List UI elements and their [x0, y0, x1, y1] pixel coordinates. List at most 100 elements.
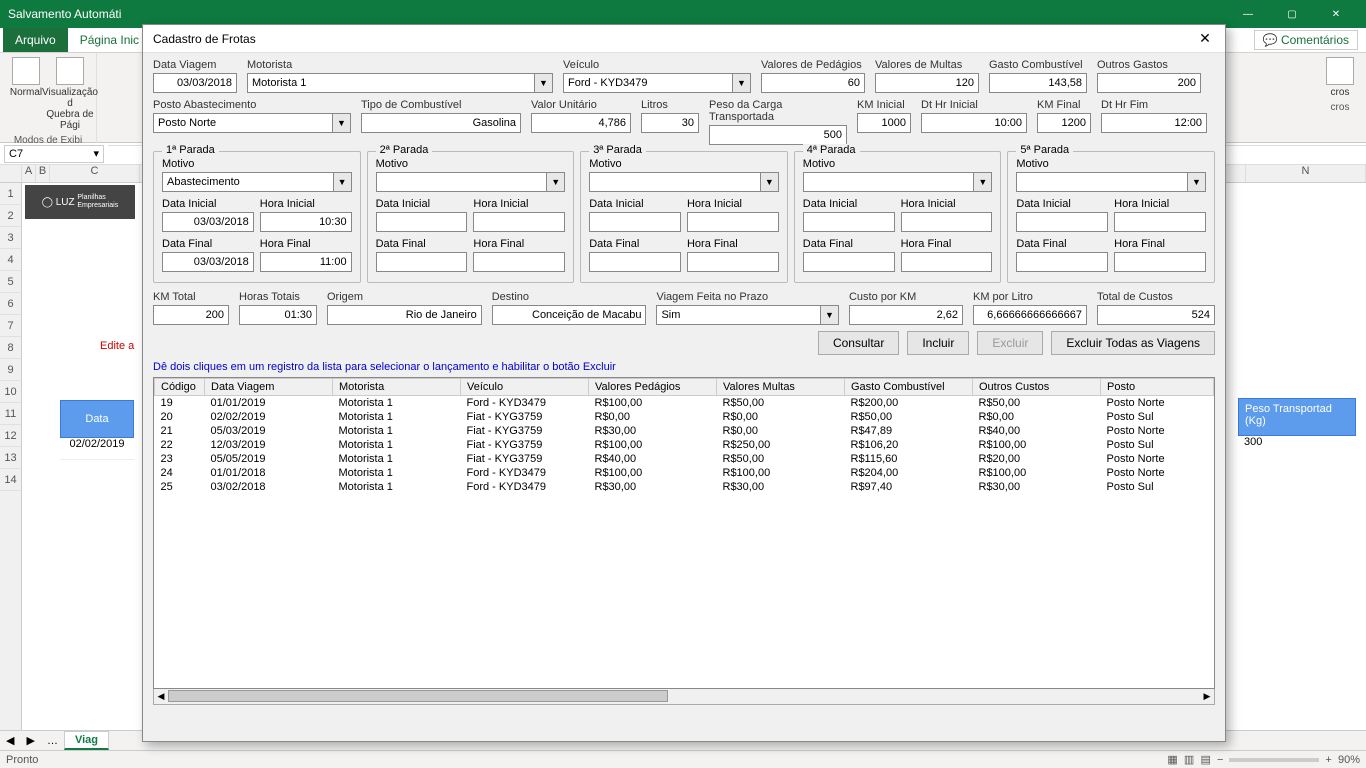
- parada-hora-final[interactable]: [901, 252, 993, 272]
- parada-hora-inicial[interactable]: [1114, 212, 1206, 232]
- input-multas[interactable]: [875, 73, 979, 93]
- column-header[interactable]: Outros Custos: [973, 379, 1101, 396]
- input-dthr-inicial[interactable]: [921, 113, 1027, 133]
- close-icon[interactable]: ✕: [1195, 30, 1215, 47]
- chevron-down-icon[interactable]: ▼: [761, 172, 779, 192]
- input-litros[interactable]: [641, 113, 699, 133]
- table-row[interactable]: 2503/02/2018Motorista 1Ford - KYD3479R$3…: [155, 480, 1214, 494]
- sheet-nav-prev[interactable]: ◀: [0, 734, 20, 747]
- col-B[interactable]: B: [36, 165, 50, 182]
- parada-data-final[interactable]: [589, 252, 681, 272]
- input-pedagios[interactable]: [761, 73, 865, 93]
- column-header[interactable]: Valores Multas: [717, 379, 845, 396]
- table-row[interactable]: 2105/03/2019Motorista 1Fiat - KYG3759R$3…: [155, 424, 1214, 438]
- chevron-down-icon[interactable]: ▼: [821, 305, 839, 325]
- incluir-button[interactable]: Incluir: [907, 331, 969, 355]
- chevron-down-icon[interactable]: ▼: [974, 172, 992, 192]
- parada-motivo[interactable]: [803, 172, 975, 192]
- sheet-nav-more[interactable]: …: [41, 735, 64, 747]
- chevron-down-icon[interactable]: ▼: [547, 172, 565, 192]
- row-header[interactable]: 5: [0, 271, 21, 293]
- row-header[interactable]: 3: [0, 227, 21, 249]
- column-header[interactable]: Gasto Combustível: [845, 379, 973, 396]
- parada-motivo[interactable]: [162, 172, 334, 192]
- input-km-final[interactable]: [1037, 113, 1091, 133]
- zoom-out[interactable]: −: [1217, 754, 1223, 766]
- tab-file[interactable]: Arquivo: [3, 28, 68, 52]
- list-hscrollbar[interactable]: ◀ ▶: [153, 689, 1215, 705]
- view-break-icon[interactable]: ▤: [1200, 753, 1210, 766]
- combo-prazo[interactable]: ▼: [656, 305, 839, 325]
- window-minimize[interactable]: —: [1226, 0, 1270, 28]
- scroll-right-icon[interactable]: ▶: [1200, 689, 1214, 703]
- row-header[interactable]: 1: [0, 183, 21, 205]
- row-header[interactable]: 4: [0, 249, 21, 271]
- view-grid-icon[interactable]: ▦: [1167, 753, 1177, 766]
- col-N[interactable]: N: [1246, 165, 1366, 182]
- row-header[interactable]: 14: [0, 469, 21, 491]
- column-header[interactable]: Data Viagem: [205, 379, 333, 396]
- ribbon-macros[interactable]: cros: [1322, 57, 1358, 98]
- parada-data-inicial[interactable]: [589, 212, 681, 232]
- input-destino[interactable]: [492, 305, 647, 325]
- parada-hora-final[interactable]: [473, 252, 565, 272]
- parada-motivo[interactable]: [376, 172, 548, 192]
- scroll-left-icon[interactable]: ◀: [154, 689, 168, 703]
- input-outros[interactable]: [1097, 73, 1201, 93]
- scroll-thumb[interactable]: [168, 690, 668, 702]
- window-maximize[interactable]: ▢: [1270, 0, 1314, 28]
- table-row[interactable]: 2002/02/2019Motorista 1Fiat - KYG3759R$0…: [155, 410, 1214, 424]
- row-header[interactable]: 12: [0, 425, 21, 447]
- table-row[interactable]: 1901/01/2019Motorista 1Ford - KYD3479R$1…: [155, 396, 1214, 411]
- parada-hora-inicial[interactable]: [687, 212, 779, 232]
- input-km-inicial[interactable]: [857, 113, 911, 133]
- chevron-down-icon[interactable]: ▼: [733, 73, 751, 93]
- chevron-down-icon[interactable]: ▼: [334, 172, 352, 192]
- ribbon-page-break[interactable]: Visualização d Quebra de Pági: [52, 57, 88, 131]
- row-header[interactable]: 11: [0, 403, 21, 425]
- input-combustivel[interactable]: [989, 73, 1087, 93]
- parada-data-final[interactable]: [803, 252, 895, 272]
- zoom-slider[interactable]: [1229, 758, 1319, 762]
- table-row[interactable]: 2305/05/2019Motorista 1Fiat - KYG3759R$4…: [155, 452, 1214, 466]
- name-box[interactable]: C7▾: [4, 145, 104, 163]
- input-origem[interactable]: [327, 305, 482, 325]
- table-row[interactable]: 2401/01/2018Motorista 1Ford - KYD3479R$1…: [155, 466, 1214, 480]
- col-C[interactable]: C: [50, 165, 140, 182]
- column-header[interactable]: Código: [155, 379, 205, 396]
- ribbon-normal[interactable]: Normal: [8, 57, 44, 131]
- column-header[interactable]: Motorista: [333, 379, 461, 396]
- consultar-button[interactable]: Consultar: [818, 331, 899, 355]
- parada-motivo[interactable]: [589, 172, 761, 192]
- parada-hora-final[interactable]: [260, 252, 352, 272]
- tab-home[interactable]: Página Inic: [68, 28, 151, 52]
- chevron-down-icon[interactable]: ▼: [1188, 172, 1206, 192]
- excluir-todas-button[interactable]: Excluir Todas as Viagens: [1051, 331, 1215, 355]
- parada-hora-inicial[interactable]: [260, 212, 352, 232]
- zoom-value[interactable]: 90%: [1338, 754, 1360, 766]
- parada-data-final[interactable]: [376, 252, 468, 272]
- parada-data-final[interactable]: [1016, 252, 1108, 272]
- comments-button[interactable]: 💬 Comentários: [1254, 30, 1358, 50]
- chevron-down-icon[interactable]: ▼: [535, 73, 553, 93]
- input-valor-unitario[interactable]: [531, 113, 631, 133]
- view-page-icon[interactable]: ▥: [1184, 753, 1194, 766]
- col-A[interactable]: A: [22, 165, 36, 182]
- zoom-in[interactable]: +: [1325, 754, 1331, 766]
- window-close[interactable]: ✕: [1314, 0, 1358, 28]
- chevron-down-icon[interactable]: ▼: [333, 113, 351, 133]
- sheet-nav-next[interactable]: ▶: [20, 734, 40, 747]
- parada-motivo[interactable]: [1016, 172, 1188, 192]
- sheet-tab-active[interactable]: Viag: [64, 731, 109, 750]
- parada-data-inicial[interactable]: [803, 212, 895, 232]
- records-list[interactable]: CódigoData ViagemMotoristaVeículo Valores…: [153, 377, 1215, 689]
- row-header[interactable]: 6: [0, 293, 21, 315]
- parada-data-inicial[interactable]: [1016, 212, 1108, 232]
- input-tipo-combustivel[interactable]: [361, 113, 521, 133]
- column-header[interactable]: Veículo: [461, 379, 589, 396]
- parada-hora-final[interactable]: [687, 252, 779, 272]
- row-header[interactable]: 10: [0, 381, 21, 403]
- input-peso[interactable]: [709, 125, 847, 145]
- parada-hora-inicial[interactable]: [473, 212, 565, 232]
- parada-hora-inicial[interactable]: [901, 212, 993, 232]
